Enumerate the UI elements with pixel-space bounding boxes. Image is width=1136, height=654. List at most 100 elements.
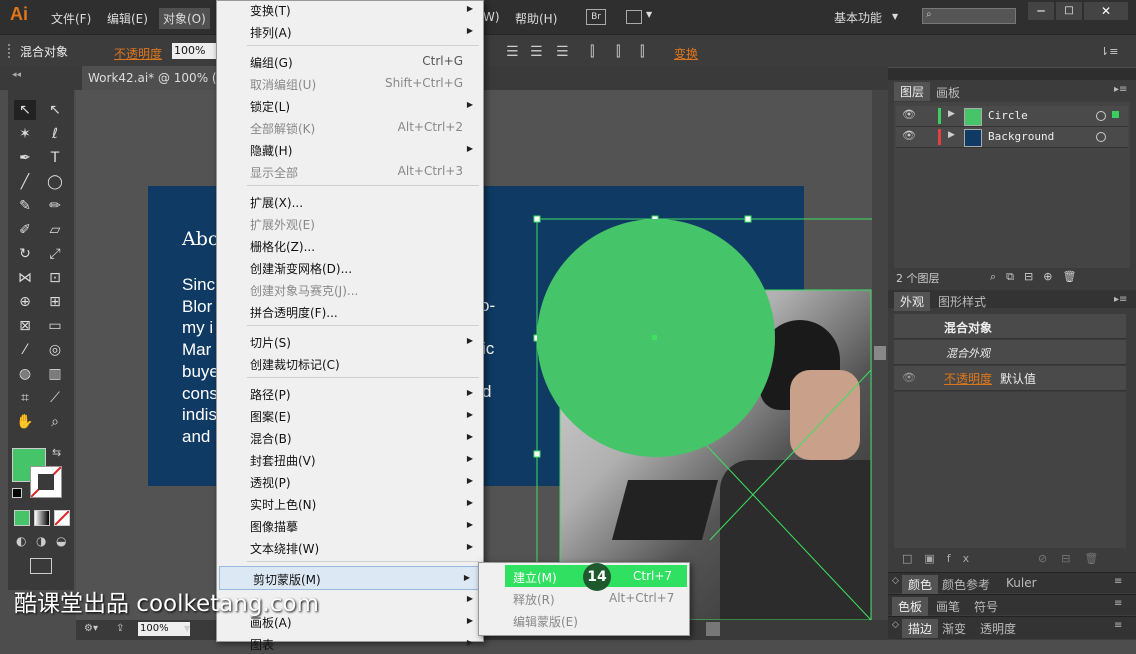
menu-item[interactable]: 混合(B) ▶ bbox=[217, 426, 483, 448]
draw-inside-icon[interactable]: ◒ bbox=[56, 534, 66, 548]
blob-brush-tool-icon[interactable]: ✐ bbox=[14, 220, 36, 240]
document-tab[interactable]: Work42.ai* @ 100% ( bbox=[82, 66, 228, 90]
minimize-button[interactable]: ─ bbox=[1028, 2, 1054, 20]
tab-appearance[interactable]: 外观 bbox=[894, 292, 931, 311]
direct-selection-tool-icon[interactable]: ↖ bbox=[44, 100, 66, 120]
collapse-toolbox-icon[interactable]: ◂◂ bbox=[12, 70, 21, 80]
lasso-tool-icon[interactable]: ℓ bbox=[44, 124, 66, 144]
menu-item[interactable]: 图案(E) ▶ bbox=[217, 404, 483, 426]
visibility-eye-icon[interactable]: 👁 bbox=[902, 129, 916, 142]
selection-indicator[interactable] bbox=[1112, 111, 1119, 118]
menu-item[interactable]: 取消编组(U) Shift+Ctrl+G bbox=[217, 72, 483, 94]
layer-row[interactable]: 👁 ▶ Circle bbox=[896, 106, 1128, 127]
expand-triangle-icon[interactable]: ▶ bbox=[948, 109, 955, 119]
menu-object[interactable]: 对象(O) bbox=[159, 8, 210, 29]
tab-layers[interactable]: 图层 bbox=[894, 82, 931, 101]
appearance-panel-menu-icon[interactable]: ▸≡ bbox=[1114, 294, 1127, 305]
menu-item[interactable]: 透视(P) ▶ bbox=[217, 470, 483, 492]
paintbrush-tool-icon[interactable]: ✎ bbox=[14, 196, 36, 216]
align-bottom-icon[interactable]: ⫿ bbox=[640, 44, 644, 60]
tab-gradient[interactable]: 渐变 bbox=[942, 620, 966, 637]
menu-item[interactable]: 切片(S) ▶ bbox=[217, 330, 483, 352]
hand-tool-icon[interactable]: ✋ bbox=[14, 412, 36, 432]
swap-colors-icon[interactable]: ⇆ bbox=[52, 446, 61, 459]
pencil-tool-icon[interactable]: ✏ bbox=[44, 196, 66, 216]
scale-tool-icon[interactable]: ⤢ bbox=[44, 244, 66, 264]
blend-tool-icon[interactable]: ◎ bbox=[44, 340, 66, 360]
pen-tool-icon[interactable]: ✒ bbox=[14, 148, 36, 168]
transform-link[interactable]: 变换 bbox=[674, 45, 698, 62]
align-middle-icon[interactable]: ⫿ bbox=[616, 44, 620, 60]
default-colors-icon[interactable] bbox=[12, 488, 22, 498]
mesh-tool-icon[interactable]: ⊠ bbox=[14, 316, 36, 336]
menu-item[interactable]: 排列(A) ▶ bbox=[217, 20, 483, 42]
target-circle-icon[interactable] bbox=[1096, 111, 1106, 121]
layer-row[interactable]: 👁 ▶ Background bbox=[896, 127, 1128, 148]
visibility-eye-icon[interactable]: 👁 bbox=[902, 108, 916, 121]
layers-panel-menu-icon[interactable]: ▸≡ bbox=[1114, 84, 1127, 95]
opacity-link[interactable]: 不透明度 bbox=[114, 45, 162, 62]
magic-wand-tool-icon[interactable]: ✶ bbox=[14, 124, 36, 144]
horizontal-scroll-thumb[interactable] bbox=[706, 622, 720, 636]
perspective-grid-tool-icon[interactable]: ⊞ bbox=[44, 292, 66, 312]
menu-item[interactable]: 实时上色(N) ▶ bbox=[217, 492, 483, 514]
menu-item[interactable]: 创建裁切标记(C) bbox=[217, 352, 483, 374]
bridge-button[interactable]: Br bbox=[586, 9, 606, 25]
tab-kuler[interactable]: Kuler bbox=[1006, 576, 1037, 590]
zoom-tool-icon[interactable]: ⌕ bbox=[44, 412, 66, 432]
menu-item[interactable]: 文本绕排(W) ▶ bbox=[217, 536, 483, 558]
tab-graphic-styles[interactable]: 图形样式 bbox=[938, 293, 986, 310]
appearance-panel-actions[interactable]: □▣fx bbox=[902, 552, 981, 565]
arrange-documents-icon[interactable] bbox=[626, 10, 642, 24]
share-icon[interactable]: ⇪ bbox=[116, 623, 124, 634]
symbol-sprayer-tool-icon[interactable]: ◍ bbox=[14, 364, 36, 384]
rotate-tool-icon[interactable]: ↻ bbox=[14, 244, 36, 264]
width-tool-icon[interactable]: ⋈ bbox=[14, 268, 36, 288]
submenu-item-edit-mask[interactable]: 编辑蒙版(E) bbox=[513, 613, 578, 630]
menu-item[interactable]: 拼合透明度(F)... bbox=[217, 300, 483, 322]
tab-symbols[interactable]: 符号 bbox=[974, 598, 998, 615]
zoom-field[interactable]: 100% bbox=[138, 622, 190, 636]
menu-item[interactable]: 全部解锁(K) Alt+Ctrl+2 bbox=[217, 116, 483, 138]
menu-item[interactable]: 变换(T) ▶ bbox=[217, 0, 483, 20]
align-right-icon[interactable]: ☰ bbox=[556, 44, 569, 60]
menu-item[interactable]: 锁定(L) ▶ bbox=[217, 94, 483, 116]
appearance-opacity-link[interactable]: 不透明度 bbox=[944, 370, 992, 387]
tab-transparency[interactable]: 透明度 bbox=[980, 620, 1016, 637]
layers-panel-actions[interactable]: ⌕⧉⊟⊕🗑 bbox=[990, 270, 1086, 284]
gradient-tool-icon[interactable]: ▭ bbox=[44, 316, 66, 336]
panel-toggle-icon[interactable]: ◇ bbox=[892, 576, 899, 586]
panel-menu-icon[interactable]: ⇂≡ bbox=[1100, 45, 1118, 58]
menu-window[interactable]: W) bbox=[483, 10, 500, 24]
layer-name[interactable]: Background bbox=[988, 130, 1054, 143]
align-top-icon[interactable]: ⫿ bbox=[590, 44, 594, 60]
grip-handle[interactable] bbox=[8, 44, 14, 58]
slice-tool-icon[interactable]: ⟋ bbox=[44, 388, 66, 408]
screen-mode-icon[interactable] bbox=[30, 558, 52, 574]
tab-color[interactable]: 颜色 bbox=[902, 575, 939, 594]
gradient-mode-icon[interactable] bbox=[34, 510, 50, 526]
shape-builder-tool-icon[interactable]: ⊕ bbox=[14, 292, 36, 312]
eyedropper-tool-icon[interactable]: ⁄ bbox=[14, 340, 36, 360]
align-left-icon[interactable]: ☰ bbox=[506, 44, 519, 60]
menu-item[interactable]: 显示全部 Alt+Ctrl+3 bbox=[217, 160, 483, 182]
tab-brushes[interactable]: 画笔 bbox=[936, 598, 960, 615]
appearance-sub-row[interactable]: 混合外观 bbox=[894, 340, 1126, 365]
eraser-tool-icon[interactable]: ▱ bbox=[44, 220, 66, 240]
align-center-icon[interactable]: ☰ bbox=[530, 44, 543, 60]
opacity-field[interactable]: 100% bbox=[172, 43, 218, 59]
swatches-panel-menu-icon[interactable]: ≡ bbox=[1114, 598, 1122, 609]
column-graph-tool-icon[interactable]: ▥ bbox=[44, 364, 66, 384]
menu-item[interactable]: 创建渐变网格(D)... bbox=[217, 256, 483, 278]
maximize-button[interactable]: □ bbox=[1056, 2, 1082, 20]
menu-item[interactable]: 封套扭曲(V) ▶ bbox=[217, 448, 483, 470]
menu-item[interactable]: 扩展(X)... bbox=[217, 190, 483, 212]
menu-item[interactable]: 栅格化(Z)... bbox=[217, 234, 483, 256]
expand-triangle-icon[interactable]: ▶ bbox=[948, 130, 955, 140]
tab-artboards[interactable]: 画板 bbox=[936, 84, 960, 101]
stroke-panel-menu-icon[interactable]: ≡ bbox=[1114, 620, 1122, 631]
workspace-switcher[interactable]: 基本功能 bbox=[834, 9, 882, 26]
appearance-opacity-row[interactable]: 👁 不透明度 默认值 bbox=[894, 366, 1126, 391]
status-icon[interactable]: ⚙▾ bbox=[84, 623, 98, 634]
selection-tool-icon[interactable]: ↖ bbox=[14, 100, 36, 120]
